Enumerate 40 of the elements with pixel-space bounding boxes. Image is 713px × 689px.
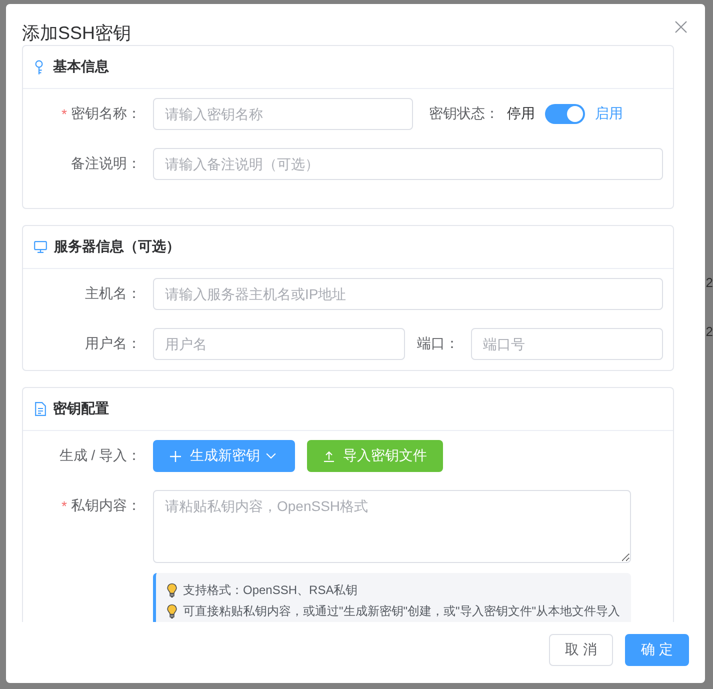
switch-on-label: 启用 xyxy=(595,105,623,123)
document-icon xyxy=(35,402,46,416)
generate-key-button[interactable]: 生成新密钥 xyxy=(153,440,295,472)
close-icon[interactable] xyxy=(675,21,687,33)
dialog-title: 添加SSH密钥 xyxy=(22,22,132,45)
section-title: 密钥配置 xyxy=(53,400,109,418)
tip-text: 可直接粘贴私钥内容，或通过"生成新密钥"创建，或"导入密钥文件"从本地文件导入 xyxy=(183,603,620,620)
field-label: 端口： xyxy=(417,335,460,353)
hostname-input[interactable]: 请输入服务器主机名或IP地址 xyxy=(153,278,663,310)
required-mark: * xyxy=(62,498,67,514)
field-label: 备注说明： xyxy=(71,155,141,173)
lightbulb-icon xyxy=(167,583,177,598)
remark-input[interactable]: 请输入备注说明（可选） xyxy=(153,148,663,180)
username-input[interactable]: 用户名 xyxy=(153,328,405,360)
tip-text: 支持格式：OpenSSH、RSA私钥 xyxy=(183,582,358,599)
caret-icon xyxy=(266,453,276,459)
key-icon xyxy=(35,60,43,74)
private-key-textarea[interactable]: 请粘贴私钥内容，OpenSSH格式 xyxy=(153,490,631,563)
field-label: 生成 / 导入： xyxy=(59,447,141,465)
plus-icon xyxy=(170,450,181,462)
key-name-input[interactable]: 请输入密钥名称 xyxy=(153,98,413,130)
switch-off-label: 停用 xyxy=(507,105,535,123)
section-title: 服务器信息（可选） xyxy=(54,238,180,256)
port-input[interactable]: 端口号 xyxy=(471,328,663,360)
status-switch[interactable] xyxy=(545,104,585,124)
monitor-icon xyxy=(34,241,47,253)
field-label: 密钥状态： xyxy=(429,105,500,123)
field-label: 密钥名称： xyxy=(71,105,141,123)
required-mark: * xyxy=(62,106,67,122)
section-title: 基本信息 xyxy=(53,58,109,76)
import-key-file-button[interactable]: 导入密钥文件 xyxy=(307,440,443,472)
table-cell: 2 xyxy=(706,324,713,339)
confirm-button[interactable]: 确 定 xyxy=(625,634,689,666)
field-label: 主机名： xyxy=(85,285,141,303)
upload-icon xyxy=(324,450,334,462)
cancel-button[interactable]: 取 消 xyxy=(549,634,613,666)
lightbulb-icon xyxy=(167,604,177,619)
field-label: 私钥内容： xyxy=(71,497,141,515)
table-cell: 2 xyxy=(706,275,713,290)
field-label: 用户名： xyxy=(85,335,141,353)
